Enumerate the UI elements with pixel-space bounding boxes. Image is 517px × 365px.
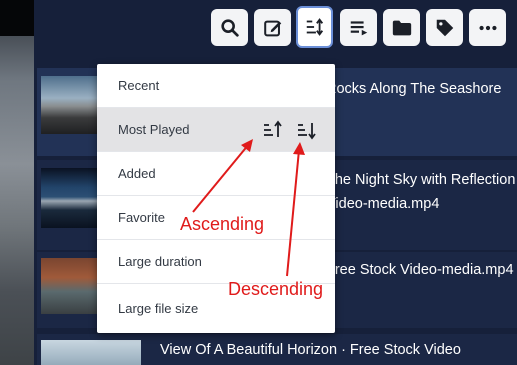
more-icon <box>478 25 497 30</box>
ascending-annotation: Ascending <box>180 214 265 234</box>
toolbar <box>34 0 517 56</box>
folder-button[interactable] <box>383 9 420 46</box>
menu-item-large-duration[interactable]: Large duration <box>97 240 335 284</box>
search-button[interactable] <box>211 9 248 46</box>
window-edge <box>0 0 34 36</box>
menu-item-label: Added <box>118 166 156 181</box>
playlist-icon <box>350 20 367 35</box>
video-title-line2: Video-media.mp4 <box>326 196 440 212</box>
menu-item-label: Large file size <box>118 301 199 316</box>
sort-button[interactable] <box>296 6 333 48</box>
more-button[interactable] <box>469 9 506 46</box>
tag-button[interactable] <box>426 9 463 46</box>
video-title: Rocks Along The Seashore <box>326 81 502 97</box>
video-list-item[interactable]: View Of A Beautiful Horizon · Free Stock… <box>37 334 517 365</box>
menu-item-label: Large duration <box>118 254 202 269</box>
menu-item-label: Most Played <box>118 122 190 137</box>
video-thumbnail <box>41 340 141 365</box>
video-title: Free Stock Video-media.mp4 <box>326 262 514 278</box>
menu-item-most-played[interactable]: Most Played <box>97 108 335 152</box>
menu-item-recent[interactable]: Recent <box>97 64 335 108</box>
edit-icon <box>263 20 281 36</box>
menu-item-label: Favorite <box>118 210 165 225</box>
search-icon <box>220 18 239 37</box>
descending-annotation: Descending <box>228 279 324 299</box>
sort-icon <box>306 18 323 36</box>
edit-button[interactable] <box>254 9 291 46</box>
sort-descending-icon[interactable] <box>296 119 318 141</box>
video-title: View Of A Beautiful Horizon · Free Stock… <box>160 342 461 358</box>
background-photo-strip <box>0 0 34 365</box>
sort-ascending-icon[interactable] <box>262 119 284 141</box>
video-title: The Night Sky with Reflection <box>326 172 516 188</box>
folder-icon <box>392 20 411 35</box>
menu-item-label: Recent <box>118 78 160 93</box>
tag-icon <box>436 19 453 36</box>
playlist-button[interactable] <box>340 9 377 46</box>
menu-item-added[interactable]: Added <box>97 152 335 196</box>
